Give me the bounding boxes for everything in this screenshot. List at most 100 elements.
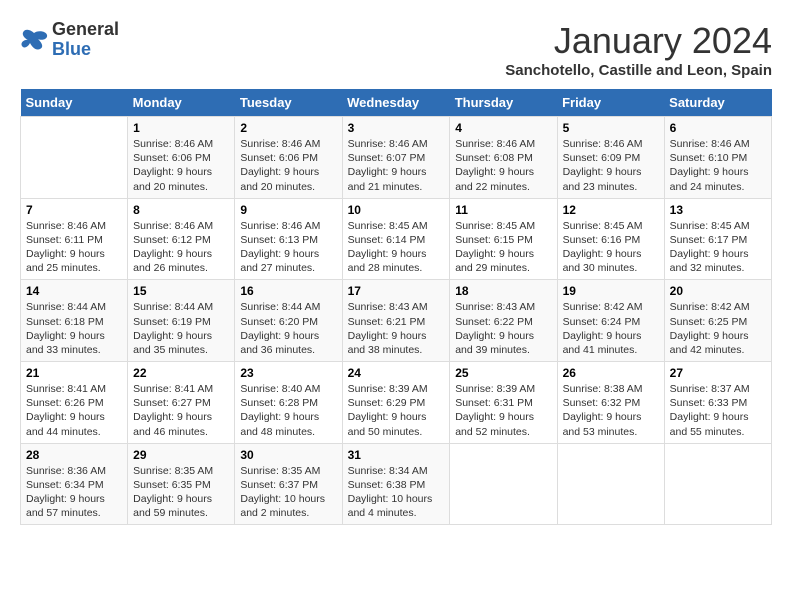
header: General Blue January 2024 Sanchotello, C… (20, 20, 772, 79)
logo-bird-icon (20, 29, 48, 51)
calendar-cell: 10 Sunrise: 8:45 AM Sunset: 6:14 PM Dayli… (342, 198, 450, 280)
cell-content: Sunrise: 8:46 AM Sunset: 6:06 PM Dayligh… (240, 137, 336, 194)
cell-content: Sunrise: 8:44 AM Sunset: 6:20 PM Dayligh… (240, 300, 336, 357)
cell-content: Sunrise: 8:39 AM Sunset: 6:31 PM Dayligh… (455, 382, 551, 439)
cell-content: Sunrise: 8:46 AM Sunset: 6:06 PM Dayligh… (133, 137, 229, 194)
calendar-title: January 2024 (505, 20, 772, 62)
day-number: 12 (563, 203, 659, 217)
calendar-week-row: 7 Sunrise: 8:46 AM Sunset: 6:11 PM Daylig… (21, 198, 772, 280)
day-number: 5 (563, 121, 659, 135)
calendar-cell: 28 Sunrise: 8:36 AM Sunset: 6:34 PM Dayli… (21, 443, 128, 525)
cell-content: Sunrise: 8:46 AM Sunset: 6:07 PM Dayligh… (348, 137, 445, 194)
day-number: 1 (133, 121, 229, 135)
calendar-cell: 27 Sunrise: 8:37 AM Sunset: 6:33 PM Dayli… (664, 362, 771, 444)
cell-content: Sunrise: 8:45 AM Sunset: 6:14 PM Dayligh… (348, 219, 445, 276)
calendar-cell: 1 Sunrise: 8:46 AM Sunset: 6:06 PM Daylig… (128, 117, 235, 199)
calendar-cell: 5Sunrise: 8:46 AM Sunset: 6:09 PM Daylig… (557, 117, 664, 199)
cell-content: Sunrise: 8:36 AM Sunset: 6:34 PM Dayligh… (26, 464, 122, 521)
cell-content: Sunrise: 8:38 AM Sunset: 6:32 PM Dayligh… (563, 382, 659, 439)
day-number: 2 (240, 121, 336, 135)
calendar-cell (664, 443, 771, 525)
calendar-cell: 3 Sunrise: 8:46 AM Sunset: 6:07 PM Daylig… (342, 117, 450, 199)
day-number: 29 (133, 448, 229, 462)
day-number: 24 (348, 366, 445, 380)
day-number: 13 (670, 203, 766, 217)
logo-text: General Blue (52, 20, 119, 60)
logo-blue: Blue (52, 40, 119, 60)
cell-content: Sunrise: 8:46 AM Sunset: 6:10 PM Dayligh… (670, 137, 766, 194)
calendar-cell: 20 Sunrise: 8:42 AM Sunset: 6:25 PM Dayli… (664, 280, 771, 362)
cell-content: Sunrise: 8:42 AM Sunset: 6:25 PM Dayligh… (670, 300, 766, 357)
day-number: 30 (240, 448, 336, 462)
calendar-cell: 14Sunrise: 8:44 AM Sunset: 6:18 PM Dayli… (21, 280, 128, 362)
calendar-week-row: 28 Sunrise: 8:36 AM Sunset: 6:34 PM Dayli… (21, 443, 772, 525)
calendar-header: SundayMondayTuesdayWednesdayThursdayFrid… (21, 89, 772, 117)
weekday-header: Friday (557, 89, 664, 117)
day-number: 22 (133, 366, 229, 380)
weekday-header: Monday (128, 89, 235, 117)
cell-content: Sunrise: 8:43 AM Sunset: 6:21 PM Dayligh… (348, 300, 445, 357)
cell-content: Sunrise: 8:37 AM Sunset: 6:33 PM Dayligh… (670, 382, 766, 439)
day-number: 3 (348, 121, 445, 135)
cell-content: Sunrise: 8:43 AM Sunset: 6:22 PM Dayligh… (455, 300, 551, 357)
calendar-cell: 16 Sunrise: 8:44 AM Sunset: 6:20 PM Dayli… (235, 280, 342, 362)
calendar-body: 1 Sunrise: 8:46 AM Sunset: 6:06 PM Daylig… (21, 117, 772, 525)
cell-content: Sunrise: 8:46 AM Sunset: 6:12 PM Dayligh… (133, 219, 229, 276)
cell-content: Sunrise: 8:41 AM Sunset: 6:26 PM Dayligh… (26, 382, 122, 439)
calendar-cell (21, 117, 128, 199)
calendar-cell: 9Sunrise: 8:46 AM Sunset: 6:13 PM Daylig… (235, 198, 342, 280)
day-number: 23 (240, 366, 336, 380)
calendar-cell: 26 Sunrise: 8:38 AM Sunset: 6:32 PM Dayli… (557, 362, 664, 444)
weekday-row: SundayMondayTuesdayWednesdayThursdayFrid… (21, 89, 772, 117)
cell-content: Sunrise: 8:46 AM Sunset: 6:11 PM Dayligh… (26, 219, 122, 276)
calendar-cell: 29Sunrise: 8:35 AM Sunset: 6:35 PM Dayli… (128, 443, 235, 525)
calendar-cell: 7 Sunrise: 8:46 AM Sunset: 6:11 PM Daylig… (21, 198, 128, 280)
weekday-header: Thursday (450, 89, 557, 117)
day-number: 15 (133, 284, 229, 298)
calendar-cell: 13Sunrise: 8:45 AM Sunset: 6:17 PM Dayli… (664, 198, 771, 280)
day-number: 25 (455, 366, 551, 380)
day-number: 20 (670, 284, 766, 298)
cell-content: Sunrise: 8:40 AM Sunset: 6:28 PM Dayligh… (240, 382, 336, 439)
cell-content: Sunrise: 8:35 AM Sunset: 6:37 PM Dayligh… (240, 464, 336, 521)
calendar-cell: 19Sunrise: 8:42 AM Sunset: 6:24 PM Dayli… (557, 280, 664, 362)
weekday-header: Sunday (21, 89, 128, 117)
calendar-cell: 11Sunrise: 8:45 AM Sunset: 6:15 PM Dayli… (450, 198, 557, 280)
cell-content: Sunrise: 8:44 AM Sunset: 6:18 PM Dayligh… (26, 300, 122, 357)
day-number: 19 (563, 284, 659, 298)
calendar-cell: 24 Sunrise: 8:39 AM Sunset: 6:29 PM Dayli… (342, 362, 450, 444)
calendar-cell: 2 Sunrise: 8:46 AM Sunset: 6:06 PM Daylig… (235, 117, 342, 199)
calendar-subtitle: Sanchotello, Castille and Leon, Spain (505, 62, 772, 79)
cell-content: Sunrise: 8:45 AM Sunset: 6:16 PM Dayligh… (563, 219, 659, 276)
calendar-cell (450, 443, 557, 525)
day-number: 16 (240, 284, 336, 298)
calendar-cell (557, 443, 664, 525)
day-number: 27 (670, 366, 766, 380)
calendar-table: SundayMondayTuesdayWednesdayThursdayFrid… (20, 89, 772, 525)
cell-content: Sunrise: 8:46 AM Sunset: 6:08 PM Dayligh… (455, 137, 551, 194)
calendar-week-row: 21 Sunrise: 8:41 AM Sunset: 6:26 PM Dayli… (21, 362, 772, 444)
calendar-cell: 25 Sunrise: 8:39 AM Sunset: 6:31 PM Dayli… (450, 362, 557, 444)
calendar-week-row: 1 Sunrise: 8:46 AM Sunset: 6:06 PM Daylig… (21, 117, 772, 199)
day-number: 10 (348, 203, 445, 217)
cell-content: Sunrise: 8:41 AM Sunset: 6:27 PM Dayligh… (133, 382, 229, 439)
calendar-cell: 12 Sunrise: 8:45 AM Sunset: 6:16 PM Dayli… (557, 198, 664, 280)
weekday-header: Saturday (664, 89, 771, 117)
cell-content: Sunrise: 8:34 AM Sunset: 6:38 PM Dayligh… (348, 464, 445, 521)
calendar-cell: 21 Sunrise: 8:41 AM Sunset: 6:26 PM Dayli… (21, 362, 128, 444)
calendar-cell: 18 Sunrise: 8:43 AM Sunset: 6:22 PM Dayli… (450, 280, 557, 362)
day-number: 28 (26, 448, 122, 462)
day-number: 6 (670, 121, 766, 135)
cell-content: Sunrise: 8:45 AM Sunset: 6:15 PM Dayligh… (455, 219, 551, 276)
cell-content: Sunrise: 8:46 AM Sunset: 6:13 PM Dayligh… (240, 219, 336, 276)
day-number: 17 (348, 284, 445, 298)
day-number: 7 (26, 203, 122, 217)
day-number: 18 (455, 284, 551, 298)
calendar-cell: 4Sunrise: 8:46 AM Sunset: 6:08 PM Daylig… (450, 117, 557, 199)
calendar-cell: 6 Sunrise: 8:46 AM Sunset: 6:10 PM Daylig… (664, 117, 771, 199)
cell-content: Sunrise: 8:39 AM Sunset: 6:29 PM Dayligh… (348, 382, 445, 439)
calendar-cell: 30 Sunrise: 8:35 AM Sunset: 6:37 PM Dayli… (235, 443, 342, 525)
day-number: 21 (26, 366, 122, 380)
day-number: 8 (133, 203, 229, 217)
day-number: 26 (563, 366, 659, 380)
